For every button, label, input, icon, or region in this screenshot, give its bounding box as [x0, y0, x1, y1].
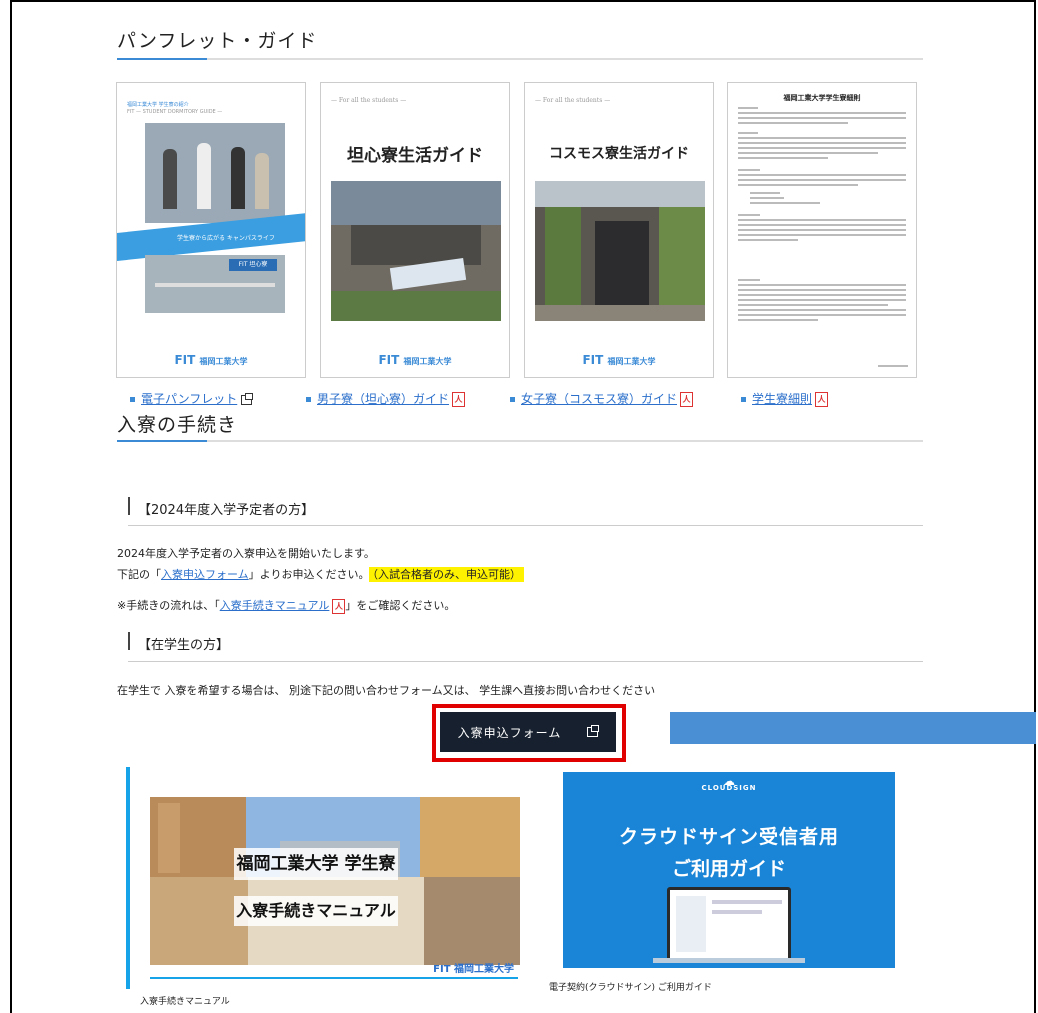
procedure-section-rule — [117, 440, 923, 442]
card-sub-text: FIT — STUDENT DORMITORY GUIDE — — [127, 109, 223, 115]
cloudsign-logo: CLOUDSIGN — [701, 784, 757, 792]
new-students-line3: ※手続きの流れは、「入寮手続きマニュアル人」をご確認ください。 — [117, 598, 456, 614]
subheading-rule — [128, 661, 923, 662]
application-form-button[interactable]: 入寮申込フォーム — [440, 712, 616, 752]
link-dorm-rules[interactable]: 学生寮細則人 — [741, 390, 829, 407]
manual-caption: 入寮手続きマニュアル — [140, 997, 230, 1007]
rules-text-block — [738, 107, 908, 367]
external-link-icon — [587, 725, 600, 737]
banner-bottom-rule — [150, 977, 518, 979]
eligibility-highlight: （入試合格者のみ、申込可能） — [369, 567, 524, 582]
manual-link[interactable]: 入寮手続きマニュアル — [220, 599, 330, 612]
pamphlet-section-rule — [117, 58, 923, 60]
pamphlet-card-rules[interactable]: 福岡工業大学学生寮細則 — [727, 82, 917, 378]
card-top-text: 福岡工業大学 学生寮の紹介 — [127, 102, 189, 108]
new-students-heading: 【2024年度入学予定者の方】 — [138, 503, 315, 518]
cloudsign-caption: 電子契約(クラウドサイン) ご利用ガイド — [549, 983, 712, 993]
subheading-rule — [128, 525, 923, 526]
fit-logo: FIT 福岡工業大学 — [582, 353, 656, 367]
link-cosmos-guide[interactable]: 女子寮（コスモス寮）ガイド人 — [510, 390, 694, 407]
dorm-photo-collage — [150, 797, 520, 965]
application-form-link[interactable]: 入寮申込フォーム — [161, 568, 249, 581]
laptop-base — [653, 958, 805, 963]
subheading-bar — [128, 497, 130, 515]
subheading-bar — [128, 632, 130, 650]
blue-banner-strip — [670, 712, 1036, 744]
fit-logo: FIT 福岡工業大学 — [378, 353, 452, 367]
link-tanshin-guide[interactable]: 男子寮（坦心寮）ガイド人 — [306, 390, 466, 407]
new-students-line2: 下記の「入寮申込フォーム」よりお申込ください。 （入試合格者のみ、申込可能） — [117, 566, 524, 582]
procedure-section-title: 入寮の手続き — [117, 414, 238, 436]
pamphlet-card-tanshin[interactable]: — For all the students — 坦心寮生活ガイド FIT 福岡… — [320, 82, 510, 378]
cosmos-photo — [535, 181, 705, 321]
rules-title: 福岡工業大学学生寮細則 — [783, 94, 861, 102]
pdf-icon: 人 — [680, 392, 694, 407]
pamphlet-card-e-pamphlet[interactable]: 福岡工業大学 学生寮の紹介 FIT — STUDENT DORMITORY GU… — [116, 82, 306, 378]
fit-logo: FIT 福岡工業大学 — [174, 353, 248, 367]
fit-logo: FIT 福岡工業大学 — [433, 964, 514, 975]
dorm-photo: FIT 坦心寮 — [145, 255, 285, 313]
manual-title-line2: 入寮手続きマニュアル — [234, 896, 398, 926]
students-photo — [145, 123, 285, 223]
guide-title: 坦心寮生活ガイド — [347, 146, 483, 166]
cloudsign-banner[interactable]: ☁ CLOUDSIGN クラウドサイン受信者用 ご利用ガイド — [563, 772, 895, 968]
manual-banner[interactable]: 福岡工業大学 学生寮 入寮手続きマニュアル FIT 福岡工業大学 — [126, 767, 522, 989]
cloudsign-title-line2: ご利用ガイド — [671, 858, 786, 880]
current-students-heading: 【在学生の方】 — [138, 638, 230, 653]
card-top-text: — For all the students — — [331, 97, 407, 104]
card-top-text: — For all the students — — [535, 97, 611, 104]
banner-text: 学生寮から広がる キャンパスライフ — [177, 235, 275, 242]
cloudsign-title-line1: クラウドサイン受信者用 — [618, 826, 839, 848]
pamphlet-section-title: パンフレット・ガイド — [117, 30, 318, 52]
external-link-icon — [241, 392, 254, 405]
link-e-pamphlet[interactable]: 電子パンフレット — [130, 390, 254, 407]
pdf-icon: 人 — [452, 392, 466, 407]
current-students-line: 在学生で 入寮を希望する場合は、 別途下記の問い合わせフォーム又は、 学生課へ直… — [117, 684, 656, 697]
manual-title-line1: 福岡工業大学 学生寮 — [234, 848, 398, 880]
pamphlet-card-cosmos[interactable]: — For all the students — コスモス寮生活ガイド FIT … — [524, 82, 714, 378]
tanshin-photo — [331, 181, 501, 321]
laptop-illustration — [667, 887, 791, 961]
pdf-icon: 人 — [815, 392, 829, 407]
pdf-icon: 人 — [332, 598, 346, 614]
new-students-line1: 2024年度入学予定者の入寮申込を開始いたします。 — [117, 547, 375, 560]
guide-title: コスモス寮生活ガイド — [549, 146, 689, 162]
